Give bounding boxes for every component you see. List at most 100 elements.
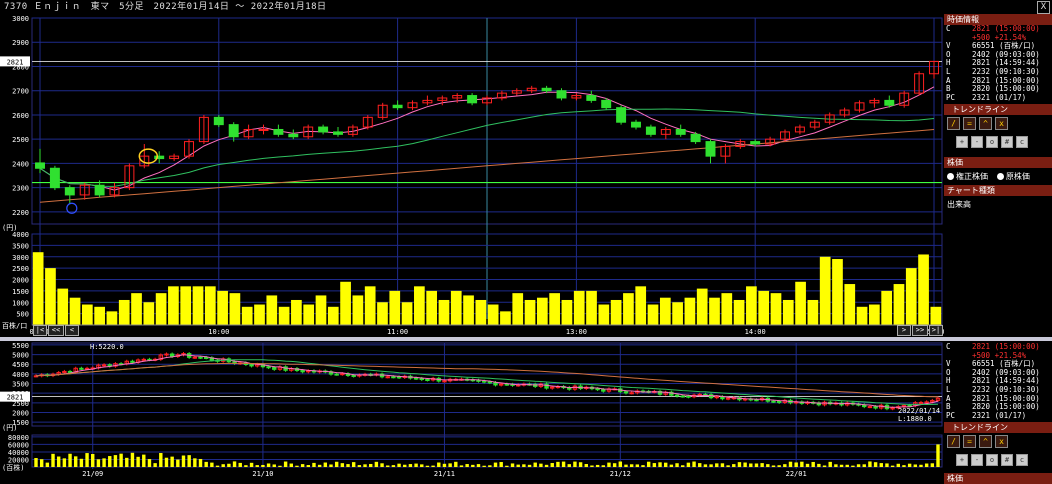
zoom-out-icon[interactable]: - (971, 454, 983, 467)
daily-volume-bar (805, 463, 810, 467)
intraday-chart[interactable]: 300029002800270026002500240023002200(円)2… (0, 14, 944, 337)
grid-icon[interactable]: # (1001, 136, 1013, 149)
adjusted-price-radio[interactable]: 権正株価 (947, 172, 988, 181)
candle-body (556, 90, 567, 99)
nav-prev-button[interactable]: < (65, 325, 79, 336)
daily-candle-body (873, 406, 878, 409)
trendline-header[interactable]: トレンドライン (944, 104, 1052, 116)
volume-bar (303, 304, 315, 325)
volume-bar (770, 293, 782, 325)
daily-volume-bar (249, 462, 254, 467)
daily-volume-bar (635, 464, 640, 467)
zoom-in-icon[interactable]: + (956, 454, 968, 467)
volume-bar (536, 297, 548, 325)
daily-volume-bar (232, 461, 237, 467)
daily-volume-bar (618, 461, 623, 467)
volume-bar (217, 290, 228, 325)
volume-bar (57, 288, 69, 325)
zoom-out-icon[interactable]: - (971, 136, 983, 149)
daily-volume-bar (527, 464, 532, 467)
reset-icon[interactable]: o (986, 454, 998, 467)
current-price-label: 2821 (7, 58, 24, 66)
volume-bar (844, 284, 856, 325)
daily-candle-body (141, 358, 146, 361)
hline-icon[interactable]: = (963, 117, 976, 131)
nav-last-button[interactable]: >| (929, 325, 943, 336)
daily-volume-bar (862, 464, 866, 467)
daily-candle-body (425, 379, 430, 382)
trendline-header-lower[interactable]: トレンドライン (944, 422, 1052, 434)
daily-volume-bar (113, 455, 118, 467)
chart-type-value[interactable]: 出来高 (944, 196, 1052, 213)
daily-tick-label: 2000 (12, 409, 29, 417)
daily-volume-bar (476, 464, 481, 467)
daily-volume-bar (675, 463, 679, 467)
daily-volume-bar (556, 461, 560, 467)
fan-icon[interactable]: ^ (979, 435, 992, 449)
time-tick-label: 14:00 (745, 328, 766, 336)
daily-volume-bar (544, 464, 549, 467)
zoom-tools: + - o # c (944, 134, 1052, 153)
daily-volume-bar (91, 453, 95, 467)
daily-volume-bar (488, 465, 492, 467)
daily-candle-body (130, 360, 135, 363)
daily-volume-bar (590, 465, 594, 467)
daily-candle-body (595, 388, 600, 391)
close-button[interactable]: X (1037, 1, 1050, 14)
daily-chart[interactable]: 550050004500400035003000250020001500(円)2… (0, 341, 944, 480)
pencil-icon[interactable]: / (947, 435, 960, 449)
daily-volume-bar (255, 465, 259, 467)
candle-body (154, 155, 165, 160)
daily-volume-bar (357, 465, 362, 467)
daily-volume-bar (493, 462, 498, 467)
nav-next-page-button[interactable]: >> (912, 325, 928, 336)
volume-bar (721, 293, 733, 325)
grid-icon[interactable]: # (1001, 454, 1013, 467)
daily-volume-bar (459, 465, 464, 467)
daily-volume-bar (845, 464, 849, 467)
daily-volume-bar (749, 463, 753, 467)
daily-volume-frame (31, 434, 943, 468)
daily-volume-bar (777, 465, 781, 467)
daily-candle-body (351, 374, 356, 377)
candle-body (586, 95, 597, 101)
hline-icon[interactable]: = (963, 435, 976, 449)
pencil-icon[interactable]: / (947, 117, 960, 131)
eraser-icon[interactable]: x (995, 435, 1008, 449)
volume-bar (733, 299, 745, 325)
daily-volume-bar (198, 458, 203, 467)
info-value: 2820 (15:00:00) (972, 402, 1040, 412)
fan-icon[interactable]: ^ (979, 117, 992, 131)
volume-bar (696, 288, 708, 325)
nav-prev-page-button[interactable]: << (48, 325, 64, 336)
daily-candle-body (487, 381, 493, 384)
daily-volume-bar (227, 463, 231, 467)
info-key: C (946, 342, 951, 351)
eraser-icon[interactable]: x (995, 117, 1008, 131)
daily-candle-body (725, 397, 731, 400)
candle-body (884, 99, 895, 106)
daily-candle-body (776, 400, 782, 403)
volume-bar (401, 302, 413, 325)
daily-volume-bar (187, 455, 191, 467)
reset-icon[interactable]: o (986, 136, 998, 149)
info-row: PC 2321 (01/17) (944, 411, 1052, 421)
info-key: PC (946, 92, 956, 102)
info-panel-lower: C 2821 (15:00:00) +500 +21.54% V 66551 (百株/口… (944, 341, 1052, 484)
copy-icon[interactable]: c (1016, 454, 1028, 467)
copy-icon[interactable]: c (1016, 136, 1028, 149)
trendline-tools-lower: / = ^ x (944, 433, 1052, 452)
daily-volume-bar (567, 464, 571, 467)
raw-price-radio[interactable]: 原株価 (996, 172, 1030, 181)
daily-tick-label: 5000 (12, 352, 29, 360)
volume-bar (278, 306, 290, 325)
candle-body (750, 141, 761, 145)
nav-first-button[interactable]: |< (33, 325, 47, 336)
nav-next-button[interactable]: > (897, 325, 911, 336)
volume-bar (192, 286, 204, 325)
daily-volume-bar (879, 463, 883, 467)
daily-volume-bar (681, 465, 685, 467)
daily-candle-body (419, 377, 424, 381)
info-row: PC 2321 (01/17) (944, 92, 1052, 103)
zoom-in-icon[interactable]: + (956, 136, 968, 149)
